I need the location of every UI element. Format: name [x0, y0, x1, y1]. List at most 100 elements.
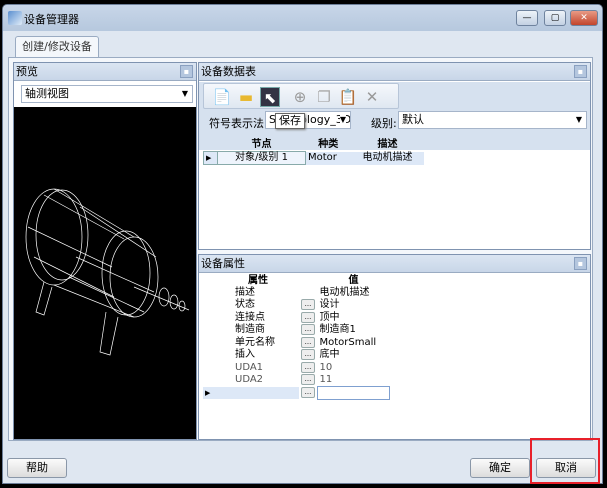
3d-viewport[interactable] [14, 107, 196, 439]
app-icon [8, 11, 22, 25]
table-row[interactable]: ▶ 对象/级别 1 Motor 电动机描述 [203, 151, 424, 165]
save-tooltip: 保存 [275, 113, 305, 129]
help-button[interactable]: 帮助 [7, 458, 67, 478]
property-row[interactable]: UDA1... 10 [203, 361, 390, 375]
row-spacer [203, 324, 217, 337]
new-row[interactable]: ▶... [203, 386, 390, 400]
delete-icon[interactable]: ✕ [362, 87, 382, 107]
copy-icon[interactable]: ❐ [314, 87, 334, 107]
property-row[interactable]: 插入... 底中 [203, 349, 390, 362]
property-name: UDA1 [235, 361, 264, 373]
chevron-down-icon: ▼ [339, 112, 346, 128]
open-folder-icon[interactable]: ▬ [236, 87, 256, 107]
property-value[interactable]: 电动机描述 [318, 287, 390, 299]
ellipsis-button[interactable]: ... [301, 324, 315, 335]
ellipsis-button[interactable]: ... [301, 349, 315, 360]
pin-icon[interactable]: ▪ [574, 257, 587, 270]
row-spacer [203, 299, 217, 312]
ellipsis-button-cell[interactable]: ... [299, 349, 318, 362]
maximize-button[interactable]: ▢ [544, 10, 566, 26]
ok-button[interactable]: 确定 [470, 458, 530, 478]
minimize-button[interactable]: — [516, 10, 538, 26]
property-value[interactable]: 设计 [318, 299, 390, 312]
col-value: 值 [348, 275, 359, 286]
new-row-name[interactable] [217, 386, 299, 399]
property-value[interactable]: 顶中 [318, 312, 390, 325]
row-spacer [203, 312, 217, 325]
cell-node[interactable]: 对象/级别 1 [217, 151, 306, 165]
pin-icon[interactable]: ▪ [574, 65, 587, 78]
ellipsis-button-cell[interactable]: ... [299, 361, 318, 375]
view-select[interactable]: 轴测视图 ▼ [21, 85, 193, 103]
chevron-down-icon: ▼ [181, 89, 188, 98]
preview-panel: 预览 ▪ 轴测视图 ▼ [13, 62, 197, 440]
properties-title: 设备属性 [201, 257, 245, 270]
properties-panel: 设备属性 ▪ 属性值 描述 电动机描述 状态... 设计 连接点... 顶中 制造商... 制造… [198, 254, 591, 440]
ellipsis-button[interactable]: ... [301, 299, 315, 310]
tab-create-modify[interactable]: 创建/修改设备 [15, 36, 99, 58]
ellipsis-button[interactable]: ... [301, 311, 315, 323]
ellipsis-button-cell [299, 287, 318, 299]
property-row[interactable]: 单元名称... MotorSmall [203, 336, 390, 350]
property-name: 制造商 [235, 324, 265, 336]
property-name: 单元名称 [235, 336, 275, 348]
preview-title: 预览 [16, 65, 38, 78]
properties-table: 属性值 描述 电动机描述 状态... 设计 连接点... 顶中 制造商... 制造商1 单元名称… [203, 275, 390, 400]
property-row[interactable]: 连接点... 顶中 [203, 311, 390, 325]
toolbar: 📄 ▬ ⬉ ⊕ ❐ 📋 ✕ [203, 83, 399, 109]
row-selector-icon: ▶ [203, 151, 218, 165]
window-title: 设备管理器 [24, 13, 79, 26]
ellipsis-button-cell[interactable]: ... [299, 299, 318, 312]
title-bar: 设备管理器 — ▢ ✕ [3, 5, 602, 31]
row-spacer [203, 374, 217, 387]
ellipsis-button-cell[interactable]: ... [299, 336, 318, 350]
cell-desc[interactable]: 电动机描述 [352, 152, 424, 165]
row-selector-icon: ▶ [203, 386, 217, 399]
property-value[interactable]: 10 [318, 362, 390, 375]
add-item-icon[interactable]: ⊕ [290, 87, 310, 107]
save-icon[interactable]: ⬉ [260, 87, 280, 107]
ellipsis-button[interactable]: ... [301, 386, 315, 398]
paste-icon[interactable]: 📋 [338, 87, 358, 107]
property-value[interactable]: 制造商1 [318, 324, 390, 337]
ellipsis-button-cell[interactable]: ... [299, 386, 318, 400]
ellipsis-button-cell[interactable]: ... [299, 311, 318, 325]
ellipsis-button-cell[interactable]: ... [299, 374, 318, 387]
datatable-panel: 设备数据表 ▪ 📄 ▬ ⬉ ⊕ ❐ 📋 ✕ 符号表示法: Symbology_3D… [198, 62, 591, 250]
equipment-table: 节点 种类 描述 ▶ 对象/级别 1 Motor 电动机描述 [203, 139, 424, 165]
col-property: 属性 [248, 275, 268, 286]
ellipsis-button[interactable]: ... [301, 361, 315, 373]
level-select[interactable]: 默认 ▼ [398, 111, 587, 129]
property-value[interactable]: MotorSmall [318, 337, 390, 350]
ellipsis-button-cell[interactable]: ... [299, 324, 318, 337]
col-desc: 描述 [377, 139, 398, 151]
property-name: 连接点 [235, 311, 265, 323]
property-name: 描述 [235, 287, 255, 298]
chevron-down-icon: ▼ [575, 115, 582, 124]
property-value[interactable]: 底中 [318, 349, 390, 362]
close-button[interactable]: ✕ [570, 10, 598, 26]
ellipsis-button[interactable]: ... [301, 336, 315, 348]
row-spacer [203, 287, 217, 299]
property-row[interactable]: 状态... 设计 [203, 299, 390, 312]
property-row[interactable]: 制造商... 制造商1 [203, 324, 390, 337]
property-name: 插入 [235, 349, 255, 361]
ellipsis-button[interactable]: ... [301, 374, 315, 385]
motor-wireframe [25, 188, 190, 356]
row-spacer [203, 362, 217, 375]
new-row-value[interactable] [317, 386, 390, 400]
property-row[interactable]: 描述 电动机描述 [203, 287, 390, 299]
row-spacer [203, 337, 217, 350]
property-row[interactable]: UDA2... 11 [203, 374, 390, 387]
pin-icon[interactable]: ▪ [180, 65, 193, 78]
cancel-button[interactable]: 取消 [536, 458, 596, 478]
symbol-label: 符号表示法: [209, 117, 268, 130]
property-value[interactable]: 11 [318, 374, 390, 387]
row-spacer [203, 349, 217, 362]
new-file-icon[interactable]: 📄 [212, 87, 232, 107]
col-type: 种类 [318, 139, 339, 151]
col-node: 节点 [251, 139, 272, 150]
view-select-value: 轴测视图 [25, 87, 69, 100]
cell-type[interactable]: Motor [306, 152, 352, 165]
property-name: 状态 [235, 299, 255, 311]
